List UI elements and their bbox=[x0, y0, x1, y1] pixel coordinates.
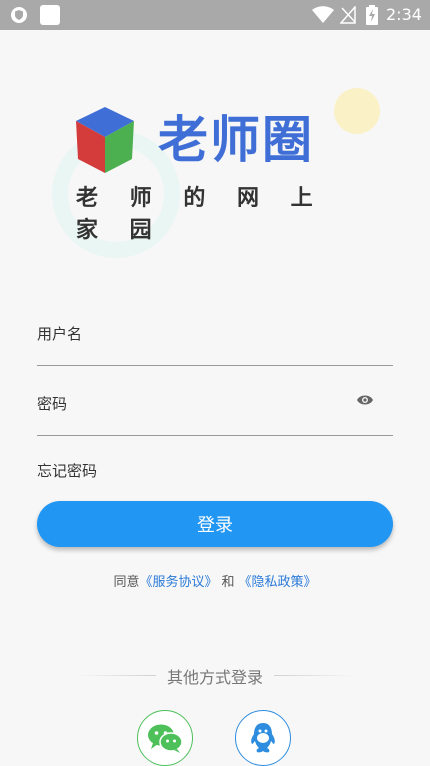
divider-right bbox=[274, 675, 354, 676]
wifi-icon bbox=[312, 6, 334, 23]
other-login-title: 其他方式登录 bbox=[166, 668, 263, 687]
battery-charging-icon bbox=[366, 5, 378, 25]
no-signal-icon bbox=[340, 6, 356, 24]
status-time: 2:34 bbox=[386, 5, 422, 24]
password-input[interactable]: 密码 bbox=[37, 393, 67, 414]
service-agreement-link[interactable]: 《服务协议》 bbox=[139, 575, 217, 590]
username-input[interactable]: 用户名 bbox=[37, 323, 82, 344]
wechat-login-button[interactable] bbox=[137, 710, 193, 766]
notification-square-icon bbox=[40, 5, 60, 25]
status-bar: 2:34 bbox=[0, 0, 430, 30]
shield-icon bbox=[11, 7, 27, 23]
agreement-text: 同意《服务协议》和《隐私政策》 bbox=[0, 571, 430, 590]
logo-cube-icon bbox=[76, 107, 134, 173]
brand-name: 老师圈 bbox=[158, 111, 314, 169]
brand-slogan: 老 师 的 网 上 家 园 bbox=[76, 185, 325, 243]
login-button[interactable]: 登录 bbox=[37, 501, 393, 547]
wechat-icon bbox=[148, 724, 183, 753]
forgot-password-link[interactable]: 忘记密码 bbox=[37, 460, 97, 481]
privacy-policy-link[interactable]: 《隐私政策》 bbox=[239, 575, 317, 590]
username-underline bbox=[37, 365, 393, 366]
decorative-circle bbox=[334, 88, 380, 134]
qq-icon bbox=[251, 723, 275, 753]
eye-icon[interactable] bbox=[356, 393, 374, 407]
agreement-prefix: 同意 bbox=[113, 575, 140, 590]
agreement-and: 和 bbox=[221, 575, 235, 590]
password-underline bbox=[37, 435, 393, 436]
qq-login-button[interactable] bbox=[235, 710, 291, 766]
logo-area: 老师圈 老 师 的 网 上 家 园 bbox=[0, 30, 430, 280]
